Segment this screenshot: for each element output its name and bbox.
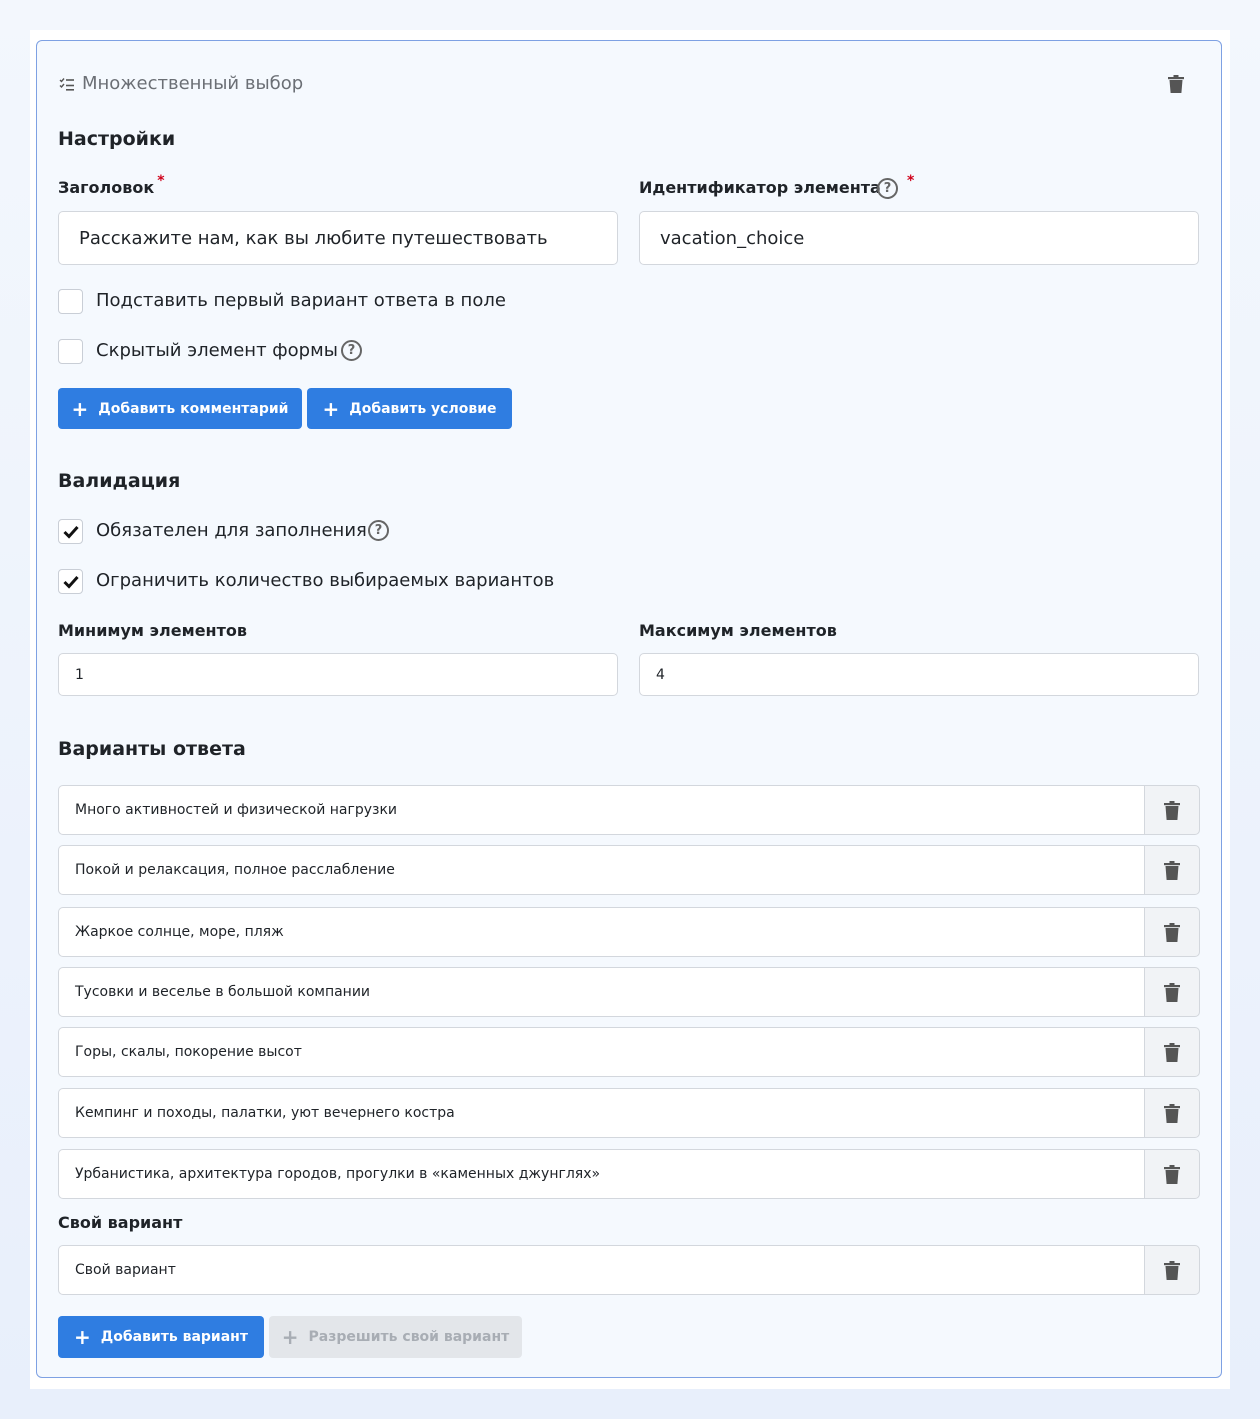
required-help-icon[interactable]: ? (368, 520, 389, 541)
max-elements-input[interactable]: 4 (639, 653, 1199, 696)
min-elements-label: Минимум элементов (58, 621, 247, 640)
page: Множественный выбор Настройки Заголовок *… (30, 30, 1230, 1389)
delete-option-button[interactable] (1144, 967, 1200, 1017)
delete-option-button[interactable] (1144, 1027, 1200, 1077)
delete-card-icon[interactable] (1165, 73, 1187, 95)
add-comment-label: Добавить комментарий (98, 400, 289, 417)
trash-icon (1164, 1103, 1180, 1123)
limit-checkbox-label: Ограничить количество выбираемых вариант… (96, 570, 555, 591)
option-input[interactable]: Тусовки и веселье в большой компании (58, 967, 1144, 1017)
option-input[interactable]: Горы, скалы, покорение высот (58, 1027, 1144, 1077)
validation-section-title: Валидация (58, 470, 181, 492)
hidden-checkbox[interactable] (58, 339, 83, 364)
option-input[interactable]: Жаркое солнце, море, пляж (58, 907, 1144, 957)
element-id-input[interactable]: vacation_choice (639, 211, 1199, 265)
plus-icon: + (74, 1325, 91, 1349)
max-elements-label: Максимум элементов (639, 621, 837, 640)
title-input[interactable]: Расскажите нам, как вы любите путешество… (58, 211, 618, 265)
title-field-label: Заголовок * (58, 173, 165, 197)
trash-icon (1164, 922, 1180, 942)
checklist-icon (59, 76, 75, 92)
prefill-checkbox-label: Подставить первый вариант ответа в поле (96, 290, 506, 311)
delete-custom-option-button[interactable] (1144, 1245, 1200, 1295)
trash-icon (1164, 800, 1180, 820)
allow-custom-option-button[interactable]: + Разрешить свой вариант (269, 1316, 522, 1358)
delete-option-button[interactable] (1144, 907, 1200, 957)
min-elements-input[interactable]: 1 (58, 653, 618, 696)
id-help-icon[interactable]: ? (877, 178, 898, 199)
delete-option-button[interactable] (1144, 1088, 1200, 1138)
add-condition-label: Добавить условие (349, 400, 497, 417)
plus-icon: + (281, 1325, 299, 1349)
answers-section-title: Варианты ответа (58, 738, 246, 760)
add-condition-button[interactable]: + Добавить условие (307, 388, 512, 429)
option-input[interactable]: Покой и релаксация, полное расслабление (58, 845, 1144, 895)
add-option-label: Добавить вариант (100, 1329, 248, 1345)
list-item: Много активностей и физической нагрузки (58, 785, 1200, 835)
card-title: Множественный выбор (82, 73, 304, 94)
hidden-checkbox-label: Скрытый элемент формы (96, 340, 338, 361)
trash-icon (1164, 982, 1180, 1002)
checkmark-icon (62, 575, 79, 589)
prefill-checkbox[interactable] (58, 289, 83, 314)
list-item: Покой и релаксация, полное расслабление (58, 845, 1200, 895)
delete-option-button[interactable] (1144, 785, 1200, 835)
required-checkbox-label: Обязателен для заполнения (96, 520, 367, 541)
list-item: Жаркое солнце, море, пляж (58, 907, 1200, 957)
trash-icon (1164, 1042, 1180, 1062)
list-item: Горы, скалы, покорение высот (58, 1027, 1200, 1077)
custom-option-title: Свой вариант (58, 1213, 183, 1232)
delete-option-button[interactable] (1144, 1149, 1200, 1199)
checkmark-icon (62, 525, 79, 539)
required-asterisk-id: * (907, 173, 915, 189)
add-comment-button[interactable]: + Добавить комментарий (58, 388, 302, 429)
add-option-button[interactable]: + Добавить вариант (58, 1316, 264, 1358)
plus-icon: + (71, 396, 89, 421)
trash-icon (1164, 860, 1180, 880)
question-card: Множественный выбор Настройки Заголовок *… (36, 40, 1222, 1378)
list-item: Кемпинг и походы, палатки, уют вечернего… (58, 1088, 1200, 1138)
list-item: Тусовки и веселье в большой компании (58, 967, 1200, 1017)
plus-icon: + (322, 396, 340, 421)
hidden-help-icon[interactable]: ? (341, 340, 362, 361)
required-checkbox[interactable] (58, 519, 83, 544)
delete-option-button[interactable] (1144, 845, 1200, 895)
option-input[interactable]: Кемпинг и походы, палатки, уют вечернего… (58, 1088, 1144, 1138)
allow-custom-option-label: Разрешить свой вариант (308, 1329, 510, 1345)
title-field-label-text: Заголовок (58, 178, 155, 197)
required-asterisk: * (157, 173, 165, 189)
list-item: Урбанистика, архитектура городов, прогул… (58, 1149, 1200, 1199)
trash-icon (1164, 1260, 1180, 1280)
option-input[interactable]: Много активностей и физической нагрузки (58, 785, 1144, 835)
id-field-label: Идентификатор элемента (639, 178, 881, 197)
trash-icon (1164, 1164, 1180, 1184)
settings-section-title: Настройки (58, 128, 176, 150)
limit-checkbox[interactable] (58, 569, 83, 594)
custom-option-row: Свой вариант (58, 1245, 1200, 1295)
custom-option-input[interactable]: Свой вариант (58, 1245, 1144, 1295)
option-input[interactable]: Урбанистика, архитектура городов, прогул… (58, 1149, 1144, 1199)
